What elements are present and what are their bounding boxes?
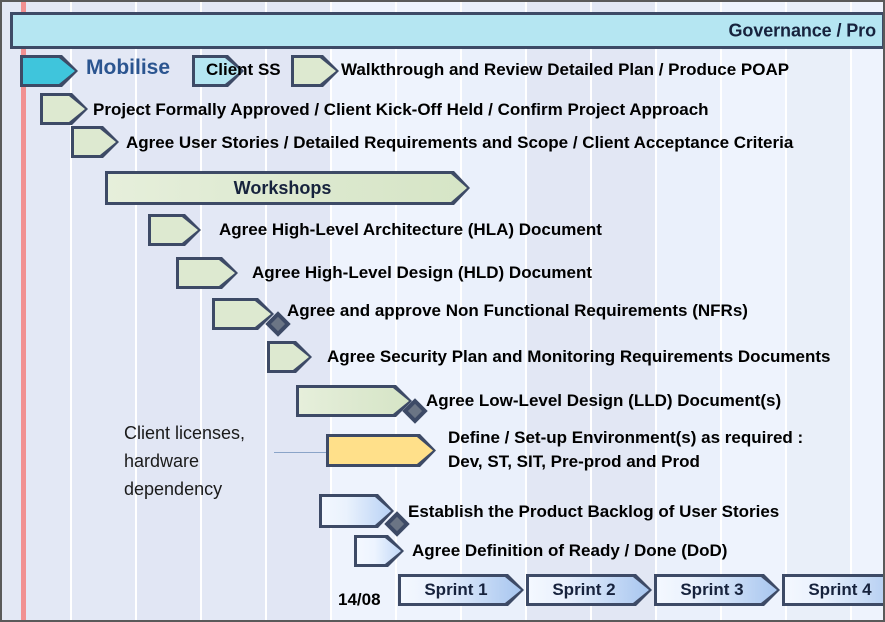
task-label-security: Agree Security Plan and Monitoring Requi… [327,347,831,366]
grid-line [850,2,852,620]
grid-line [200,2,202,620]
governance-banner-label: Governance / Pro [728,20,877,40]
task-label-client-ss: Client SS [206,60,281,79]
sprint-bar-1[interactable]: Sprint 1 [398,574,524,606]
task-label-user-stories: Agree User Stories / Detailed Requiremen… [126,133,794,152]
grid-line [135,2,137,620]
sprint-bar-4[interactable]: Sprint 4 [782,574,885,606]
column-band [787,2,850,620]
task-bar-backlog[interactable] [319,494,394,528]
date-marker-label: 14/08 [338,590,381,609]
task-label-dod: Agree Definition of Ready / Done (DoD) [412,541,728,560]
task-bar-lld[interactable] [296,385,412,417]
annotation-line-2: hardware [124,450,200,471]
task-label-environments-line-2: Dev, ST, SIT, Pre-prod and Prod [448,452,700,471]
column-band [72,2,135,620]
column-band [137,2,200,620]
annotation-client-dependency: Client licenses, hardware dependency [124,420,274,504]
task-bar-workshops[interactable]: Workshops [105,171,470,205]
annotation-connector-line [274,452,332,453]
task-label-nfr: Agree and approve Non Functional Require… [287,301,748,320]
column-band [852,2,883,620]
governance-banner: Governance / Pro [10,12,883,49]
sprint-bar-3[interactable]: Sprint 3 [654,574,780,606]
annotation-line-1: Client licenses, [124,423,246,443]
sprint-label-2: Sprint 2 [552,580,616,599]
task-label-backlog: Establish the Product Backlog of User St… [408,502,780,521]
grid-line [785,2,787,620]
annotation-line-3: dependency [124,478,223,499]
task-bar-label-workshops: Workshops [233,177,332,198]
task-label-mobilise: Mobilise [86,56,171,79]
task-label-hld: Agree High-Level Design (HLD) Document [252,263,593,282]
gantt-chart-canvas: Governance / Pro Mobilise Client SS Walk… [0,0,885,622]
task-label-hla: Agree High-Level Architecture (HLA) Docu… [219,220,602,239]
task-label-walkthrough: Walkthrough and Review Detailed Plan / P… [341,60,790,79]
task-label-lld: Agree Low-Level Design (LLD) Document(s) [426,391,782,410]
task-label-approval: Project Formally Approved / Client Kick-… [93,100,709,119]
sprint-bar-2[interactable]: Sprint 2 [526,574,652,606]
task-label-environments-line-1: Define / Set-up Environment(s) as requir… [448,428,804,447]
sprint-label-1: Sprint 1 [424,580,488,599]
today-marker-line [21,2,26,620]
task-bar-environments[interactable] [326,434,436,467]
sprint-label-4: Sprint 4 [808,580,872,599]
sprint-label-3: Sprint 3 [680,580,744,599]
